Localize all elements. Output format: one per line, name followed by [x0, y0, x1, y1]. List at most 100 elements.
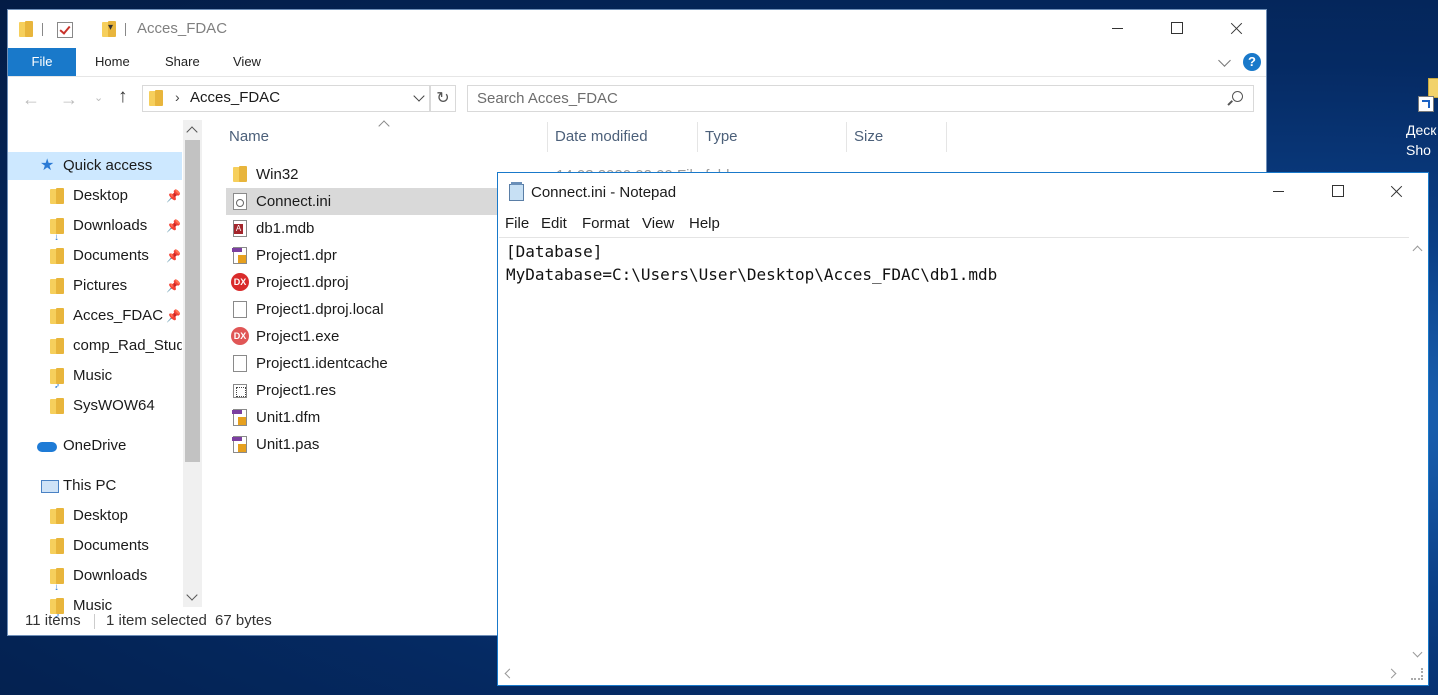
close-button[interactable] [1367, 173, 1425, 211]
file-row-db1-mdb[interactable]: db1.mdb [226, 215, 498, 242]
documents-folder-icon [50, 248, 64, 264]
search-icon[interactable] [1232, 91, 1243, 102]
nav-item-music[interactable]: ♪ Music [8, 362, 182, 390]
tab-file[interactable]: File [8, 48, 76, 76]
shortcut-arrow-icon [1418, 96, 1434, 112]
nav-pc-downloads[interactable]: ↓ Downloads [8, 562, 182, 590]
nav-item-desktop[interactable]: Desktop 📌 [8, 182, 182, 210]
nav-item-syswow64[interactable]: SysWOW64 [8, 392, 182, 420]
column-header-size[interactable]: Size [854, 120, 883, 154]
desktop-folder-icon [50, 508, 64, 524]
properties-check-icon[interactable] [57, 22, 73, 38]
nav-this-pc[interactable]: This PC [8, 472, 182, 500]
maximize-button[interactable] [1309, 173, 1367, 211]
file-row-win32[interactable]: Win32 [226, 161, 498, 188]
maximize-button[interactable] [1148, 10, 1206, 48]
file-row-project1-dproj-local[interactable]: Project1.dproj.local [226, 296, 498, 323]
folder-icon [50, 398, 64, 414]
menu-edit[interactable]: Edit [541, 215, 567, 232]
close-button[interactable] [1207, 10, 1265, 48]
nav-item-pictures[interactable]: Pictures 📌 [8, 272, 182, 300]
menu-file[interactable]: File [505, 215, 529, 232]
folder-icon [50, 338, 64, 354]
pin-icon: 📌 [166, 189, 181, 203]
folder-icon [233, 166, 247, 183]
downloads-folder-icon: ↓ [50, 568, 64, 590]
scroll-up-icon[interactable] [1412, 245, 1423, 256]
recent-locations-chevron-icon[interactable]: ⌄ [94, 91, 103, 104]
minimize-button[interactable] [1250, 173, 1308, 211]
menu-view[interactable]: View [642, 215, 674, 232]
file-row-unit1-dfm[interactable]: Unit1.dfm [226, 404, 498, 431]
scroll-up-icon[interactable] [186, 126, 198, 138]
nav-item-acces-fdac[interactable]: Acces_FDAC 📌 [8, 302, 182, 330]
notepad-window: Connect.ini - Notepad File Edit Format V… [498, 173, 1428, 685]
expand-ribbon-chevron-icon[interactable] [1218, 54, 1231, 67]
text-editor-area[interactable]: [Database] MyDatabase=C:\Users\User\Desk… [499, 237, 1409, 665]
tab-share[interactable]: Share [165, 48, 200, 76]
editor-vertical-scrollbar[interactable] [1409, 237, 1427, 664]
resource-file-icon [233, 384, 247, 398]
help-button[interactable]: ? [1243, 53, 1261, 71]
refresh-button[interactable]: ↻ [430, 85, 456, 112]
customize-toolbar-chevron-icon[interactable]: ▾ [108, 22, 113, 33]
nav-item-comp-rad-studio[interactable]: comp_Rad_Studi [8, 332, 182, 360]
column-header-date-modified[interactable]: Date modified [555, 120, 648, 154]
music-folder-icon: ♪ [50, 368, 64, 390]
pictures-folder-icon [50, 278, 64, 294]
folder-icon [19, 21, 33, 37]
scroll-down-icon[interactable] [1412, 647, 1423, 658]
delphi-project-icon [232, 247, 247, 264]
access-db-icon [233, 220, 247, 237]
file-row-project1-identcache[interactable]: Project1.identcache [226, 350, 498, 377]
text-line: [Database] [506, 242, 603, 261]
file-row-project1-res[interactable]: Project1.res [226, 377, 498, 404]
address-bar[interactable]: › Acces_FDAC [142, 85, 430, 112]
menu-format[interactable]: Format [582, 215, 630, 232]
tab-home[interactable]: Home [95, 48, 130, 76]
tab-view[interactable]: View [233, 48, 261, 76]
pin-icon: 📌 [166, 249, 181, 263]
forward-arrow-icon[interactable]: → [60, 89, 78, 110]
column-header-name[interactable]: Name [229, 120, 269, 154]
resize-grip[interactable] [1411, 668, 1423, 680]
nav-pc-documents[interactable]: Documents [8, 532, 182, 560]
window-title: Acces_FDAC [137, 20, 228, 37]
notepad-titlebar[interactable]: Connect.ini - Notepad [498, 173, 1428, 211]
scrollbar-thumb[interactable] [185, 140, 200, 462]
explorer-titlebar[interactable]: ▾ Acces_FDAC [8, 10, 1266, 48]
blank-file-icon [233, 355, 247, 372]
downloads-folder-icon: ↓ [50, 218, 64, 240]
nav-quick-access[interactable]: ★ Quick access [8, 152, 182, 180]
window-title: Connect.ini - Notepad [531, 184, 677, 201]
file-row-project1-exe[interactable]: DX Project1.exe [226, 323, 498, 350]
nav-item-documents[interactable]: Documents 📌 [8, 242, 182, 270]
folder-icon [50, 308, 64, 324]
back-arrow-icon[interactable]: ← [22, 89, 40, 110]
desktop-folder-icon [50, 188, 64, 204]
address-dropdown-icon[interactable] [413, 90, 425, 102]
file-row-project1-dpr[interactable]: Project1.dpr [226, 242, 498, 269]
column-header-type[interactable]: Type [705, 120, 738, 154]
nav-onedrive[interactable]: OneDrive [8, 432, 182, 460]
navigation-pane-scrollbar[interactable] [183, 120, 202, 607]
search-box[interactable]: Search Acces_FDAC [467, 85, 1254, 112]
file-row-unit1-pas[interactable]: Unit1.pas [226, 431, 498, 458]
scroll-down-icon[interactable] [186, 589, 198, 601]
breadcrumb-chevron-icon[interactable]: › [175, 89, 180, 105]
breadcrumb-item[interactable]: Acces_FDAC [190, 89, 280, 106]
text-line: MyDatabase=C:\Users\User\Desktop\Acces_F… [506, 265, 998, 284]
file-row-connect-ini[interactable]: Connect.ini [226, 188, 498, 215]
menu-help[interactable]: Help [689, 215, 720, 232]
scroll-right-icon[interactable] [1386, 668, 1397, 679]
ribbon-tabs: File Home Share View ? [8, 48, 1266, 77]
scroll-left-icon[interactable] [504, 668, 515, 679]
minimize-button[interactable] [1089, 10, 1147, 48]
file-row-project1-dproj[interactable]: DX Project1.dproj [226, 269, 498, 296]
nav-item-downloads[interactable]: ↓ Downloads 📌 [8, 212, 182, 240]
nav-pc-desktop[interactable]: Desktop [8, 502, 182, 530]
notepad-icon [509, 182, 524, 201]
up-arrow-icon[interactable]: ↑ [118, 86, 128, 108]
shortcut-label: Деск Sho [1406, 122, 1437, 158]
editor-horizontal-scrollbar[interactable] [498, 664, 1409, 682]
